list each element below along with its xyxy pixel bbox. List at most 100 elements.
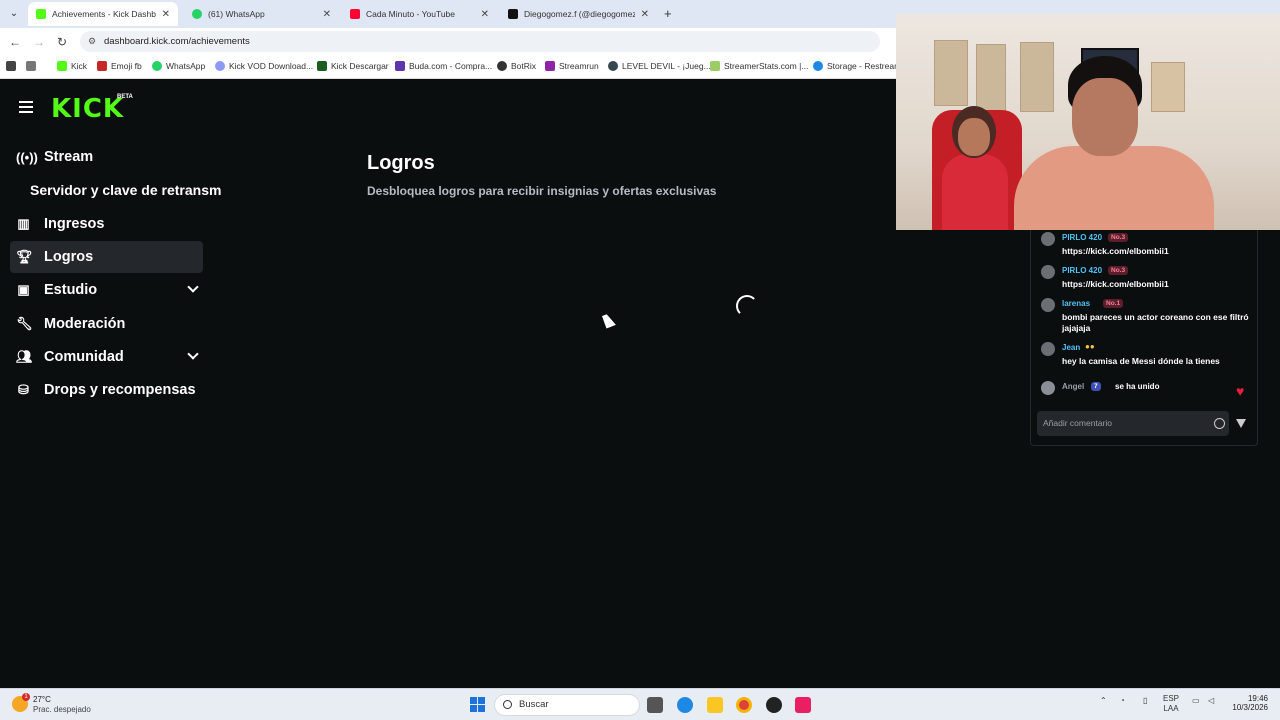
temperature[interactable]: 27°C — [33, 695, 51, 704]
bookmark-label: Kick Descargar — [331, 61, 389, 71]
level-badge: 7 — [1091, 382, 1101, 391]
gift-icon: ⛁ — [18, 382, 29, 397]
tiktok-favicon-icon — [508, 9, 518, 19]
sidebar-item-comunidad[interactable]: 👥︎ Comunidad — [10, 341, 203, 373]
tab-whatsapp[interactable]: (61) WhatsApp ✕ — [184, 2, 339, 26]
send-icon[interactable] — [1236, 419, 1246, 428]
volume-icon[interactable]: ◁ — [1208, 696, 1214, 705]
tiktok-icon[interactable] — [795, 697, 811, 713]
clock-date: 10/3/2026 — [1232, 703, 1268, 712]
system-clock[interactable]: 19:46 10/3/2026 — [1226, 694, 1268, 712]
tab-youtube[interactable]: Cada Minuto - YouTube ✕ — [342, 2, 497, 26]
taskbar-search[interactable]: Buscar — [494, 694, 640, 716]
chat-username[interactable]: PIRLO 420 — [1062, 233, 1102, 242]
sidebar-subitem-server-key[interactable]: Servidor y clave de retransm — [30, 182, 221, 198]
bookmark-kick-vod[interactable]: Kick VOD Download... — [215, 61, 313, 71]
windows-taskbar: 1 27°C Prac. despejado Buscar ⌃ ◔ ▯ ESP L… — [0, 688, 1280, 720]
emoji-icon[interactable] — [1214, 418, 1225, 429]
bookmark-label: BotRix — [511, 61, 537, 71]
bookmark-kick[interactable]: Kick — [57, 61, 87, 71]
tab-label: Diegogomez.f (@diegogomez.f — [524, 9, 635, 19]
site-info-icon[interactable]: ⚙ — [88, 31, 96, 52]
trophy-icon: 🏆︎ — [16, 249, 33, 264]
bookmark-whatsapp[interactable]: WhatsApp — [152, 61, 205, 71]
back-icon[interactable]: ← — [9, 35, 21, 49]
bookmark-label: Kick VOD Download... — [229, 61, 314, 71]
bookmark-buda[interactable]: Buda.com - Compra... — [395, 61, 492, 71]
chevron-down-icon[interactable] — [187, 348, 199, 360]
beta-badge: BETA — [117, 94, 133, 100]
address-bar[interactable]: ⚙ dashboard.kick.com/achievements — [80, 31, 880, 52]
weather-condition[interactable]: Prac. despejado — [33, 705, 91, 714]
sidebar-item-estudio[interactable]: ▣ Estudio — [10, 274, 203, 306]
chevron-down-icon[interactable] — [187, 281, 199, 293]
close-icon[interactable]: ✕ — [641, 9, 649, 20]
chat-text: bombi pareces un actor coreano con ese f… — [1062, 312, 1249, 333]
display-icon[interactable]: ▭ — [1192, 696, 1200, 705]
chevron-up-icon[interactable]: ⌃ — [1100, 696, 1107, 705]
wall-poster — [934, 40, 968, 106]
heart-icon[interactable]: ♥ — [1236, 383, 1244, 399]
language-indicator[interactable]: ESP LAA — [1163, 694, 1179, 714]
bookmark-kick-descargar[interactable]: Kick Descargar — [317, 61, 389, 71]
bookmark-label: Storage - Restream — [827, 61, 902, 71]
bookmark-label: Kick — [71, 61, 88, 71]
grid-icon[interactable] — [26, 61, 36, 71]
close-icon[interactable]: ✕ — [323, 9, 331, 20]
chat-username[interactable]: PIRLO 420 — [1062, 266, 1102, 275]
reload-icon[interactable]: ↻ — [57, 35, 67, 49]
bookmark-streamerstats[interactable]: StreamerStats.com |... — [710, 61, 808, 71]
webcam-overlay — [896, 14, 1280, 230]
windows-start-icon[interactable] — [470, 697, 485, 712]
broadcast-icon: ((•)) — [16, 149, 38, 165]
sidebar-item-logros[interactable]: 🏆︎ Logros — [10, 241, 203, 273]
sidebar-item-label: Ingresos — [44, 216, 105, 232]
microphone-icon[interactable]: ▯ — [1143, 696, 1147, 705]
forward-icon[interactable]: → — [33, 35, 45, 49]
sidebar-item-label: Comunidad — [44, 349, 124, 365]
close-icon[interactable]: ✕ — [481, 9, 489, 20]
network-icon[interactable]: ◔ — [1120, 696, 1125, 705]
chat-username[interactable]: larenas — [1062, 299, 1090, 308]
sidebar-item-stream[interactable]: ((•)) Stream — [10, 141, 203, 173]
join-message: Angel 7 se ha unido — [1041, 381, 1256, 399]
sidebar-item-ingresos[interactable]: ▥ Ingresos — [10, 208, 203, 240]
tab-achievements[interactable]: Achievements - Kick Dashboard ✕ — [28, 2, 178, 26]
kick-logo[interactable]: KICK — [51, 94, 124, 124]
chat-text: hey la camisa de Messi dónde la tienes — [1062, 356, 1220, 366]
new-tab-button[interactable]: + — [664, 6, 672, 21]
clock-time: 19:46 — [1247, 694, 1268, 703]
bookmark-emoji-fb[interactable]: Emoji fb — [97, 61, 142, 71]
mouse-cursor-icon — [602, 312, 616, 329]
bookmark-level-devil[interactable]: LEVEL DEVIL - ¡Jueg... — [608, 61, 711, 71]
tab-tiktok[interactable]: Diegogomez.f (@diegogomez.f ✕ — [500, 2, 657, 26]
join-username[interactable]: Angel — [1062, 382, 1084, 391]
chrome-icon[interactable] — [736, 697, 752, 713]
tab-label: Achievements - Kick Dashboard — [52, 9, 156, 19]
sidebar-item-label: Estudio — [44, 282, 98, 298]
rank-badge: No.1 — [1103, 299, 1124, 308]
sidebar-item-drops[interactable]: ⛁ Drops y recompensas — [10, 374, 203, 406]
chat-text: https://kick.com/elbombii1 — [1062, 246, 1169, 256]
bookmark-label: Buda.com - Compra... — [409, 61, 493, 71]
bookmark-label: Emoji fb — [111, 61, 142, 71]
bookmark-restream[interactable]: Storage - Restream — [813, 61, 901, 71]
page-title: Logros — [367, 152, 435, 174]
sidebar-item-moderacion[interactable]: 🔧︎ Moderación — [10, 308, 203, 340]
obs-icon[interactable] — [766, 697, 782, 713]
waving-hand-icon — [1041, 381, 1055, 395]
rank-badge: No.3 — [1108, 233, 1129, 242]
file-explorer-icon[interactable] — [707, 697, 723, 713]
bookmark-label: Streamrun — [559, 61, 599, 71]
edge-icon[interactable] — [677, 697, 693, 713]
comment-input[interactable]: Añadir comentario — [1037, 411, 1229, 436]
tab-search-icon[interactable]: ⌄ — [6, 6, 22, 22]
hamburger-menu-icon[interactable] — [19, 101, 33, 113]
close-icon[interactable]: ✕ — [162, 9, 170, 20]
chat-username[interactable]: Jean — [1062, 343, 1080, 352]
bookmark-botrix[interactable]: BotRix — [497, 61, 536, 71]
sidebar-item-label: Logros — [44, 249, 94, 265]
task-view-icon[interactable] — [647, 697, 663, 713]
apps-icon[interactable] — [6, 61, 16, 71]
bookmark-streamrun[interactable]: Streamrun — [545, 61, 599, 71]
